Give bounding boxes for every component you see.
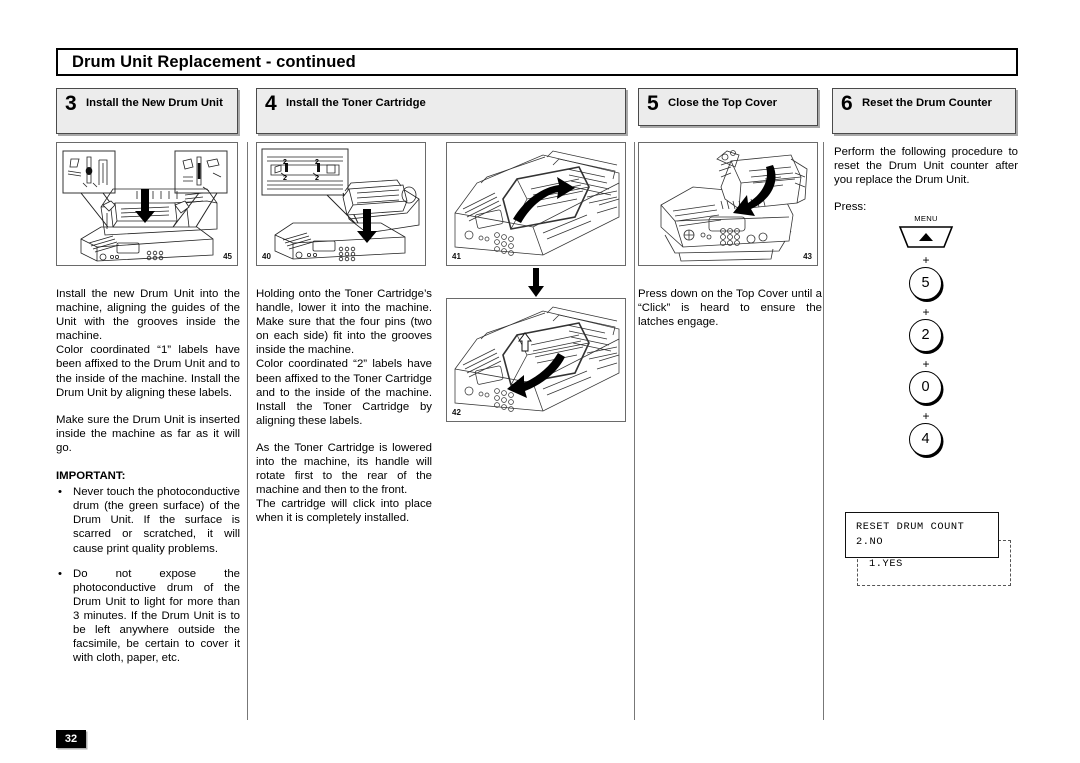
figure-number: 40 [262, 252, 271, 261]
page-number: 32 [64, 733, 78, 745]
svg-text:2: 2 [283, 175, 287, 182]
figure-41-drawing [454, 150, 620, 256]
key-2-label: 2 [921, 327, 930, 343]
step-5-body-text: Press down on the Top Cover until a “Cli… [638, 287, 822, 329]
plus-separator: + [922, 409, 930, 423]
paragraph: Color coordinated “2” labels have been a… [256, 358, 432, 427]
paragraph: Press down on the Top Cover until a “Cli… [638, 288, 822, 329]
figure-43-drawing [660, 150, 808, 262]
figure-number: 43 [803, 252, 812, 261]
step-number-4: 4 [265, 92, 277, 115]
important-heading: IMPORTANT: [56, 470, 126, 483]
step-3-body-text: Install the new Drum Unit into the machi… [56, 287, 240, 676]
step-header-4: 4 Install the Toner Cartridge [256, 88, 626, 134]
important-bullet-list: • Never touch the photoconductive drum (… [56, 485, 240, 665]
column-divider [823, 142, 824, 720]
figure-41-illustration: 41 [446, 142, 626, 266]
figure-number: 41 [452, 252, 461, 261]
paragraph: Perform the following procedure to reset… [834, 146, 1018, 187]
plus-separator: + [922, 357, 930, 371]
lcd-current-screen: RESET DRUM COUNT 2.NO [845, 512, 999, 558]
step-number-5: 5 [647, 92, 659, 115]
menu-key[interactable]: MENU [894, 214, 958, 255]
paragraph: Make sure the Drum Unit is inserted insi… [56, 413, 240, 454]
step-number-3: 3 [65, 92, 77, 115]
key-0-label: 0 [921, 379, 930, 395]
column-divider [634, 142, 635, 720]
key-4-label: 4 [921, 431, 930, 447]
menu-key-label: MENU [914, 214, 938, 223]
step-4-body-text: Holding onto the Toner Cartridge’s handl… [256, 287, 432, 526]
step-title-6: Reset the Drum Counter [862, 97, 992, 109]
step-number-6: 6 [841, 92, 853, 115]
plus-separator: + [922, 305, 930, 319]
figure-45-illustration: 45 [56, 142, 238, 266]
svg-text:2: 2 [283, 159, 287, 166]
step-header-5: 5 Close the Top Cover [638, 88, 818, 126]
key-5[interactable]: 5 [909, 267, 942, 300]
figure-45-drawing [62, 150, 228, 262]
figure-40-illustration: 2 2 2 2 40 [256, 142, 426, 266]
paragraph: As the Toner Cartridge is lowered into t… [256, 441, 432, 497]
step-title-4: Install the Toner Cartridge [286, 97, 426, 109]
list-item-text: Never touch the photoconductive drum (th… [73, 486, 240, 555]
figure-42-illustration: 42 [446, 298, 626, 422]
lcd-line-1: RESET DRUM COUNT [856, 521, 965, 533]
step-title-5: Close the Top Cover [668, 97, 778, 109]
list-item-text: Do not expose the photoconductive drum o… [73, 567, 240, 665]
figure-number: 42 [452, 408, 461, 417]
step-6-body-text: Perform the following procedure to reset… [834, 145, 1018, 214]
plus-separator: + [922, 253, 930, 267]
step-title-3: Install the New Drum Unit [86, 97, 223, 109]
figure-42-drawing [454, 306, 620, 412]
key-4[interactable]: 4 [909, 423, 942, 456]
bullet-marker: • [58, 486, 62, 499]
list-item: • Do not expose the photoconductive drum… [56, 567, 240, 666]
menu-key-shape [898, 226, 954, 248]
page-title: Drum Unit Replacement - continued [72, 53, 356, 71]
key-sequence-diagram: MENU + 5 + 2 + 0 + 4 [834, 214, 1018, 484]
paragraph: Holding onto the Toner Cartridge’s handl… [256, 288, 432, 357]
lcd-display-illustration: 1.YES RESET DRUM COUNT 2.NO [845, 512, 1011, 586]
paragraph: Color coordinated “1” labels have been a… [56, 344, 240, 399]
flow-down-arrow-icon [528, 268, 544, 297]
list-item: • Never touch the photoconductive drum (… [56, 485, 240, 555]
page-title-bar: Drum Unit Replacement - continued [56, 48, 1018, 76]
svg-text:2: 2 [315, 175, 319, 182]
figure-number: 45 [223, 252, 232, 261]
key-5-label: 5 [921, 275, 930, 291]
key-0[interactable]: 0 [909, 371, 942, 404]
paragraph: The cartridge will click into place when… [256, 498, 432, 525]
figure-40-drawing: 2 2 2 2 [261, 148, 420, 262]
step-header-6: 6 Reset the Drum Counter [832, 88, 1016, 134]
key-2[interactable]: 2 [909, 319, 942, 352]
lcd-line-2: 2.NO [856, 536, 884, 548]
svg-text:2: 2 [315, 159, 319, 166]
page-number-badge: 32 [56, 730, 86, 748]
bullet-marker: • [58, 567, 62, 580]
press-label: Press: [834, 201, 867, 214]
step-header-3: 3 Install the New Drum Unit [56, 88, 238, 134]
lcd-alternate-line: 1.YES [869, 558, 903, 570]
figure-43-illustration: 43 [638, 142, 818, 266]
column-divider [247, 142, 248, 720]
manual-page: Drum Unit Replacement - continued 3 Inst… [0, 0, 1080, 763]
paragraph: Install the new Drum Unit into the machi… [56, 288, 240, 343]
